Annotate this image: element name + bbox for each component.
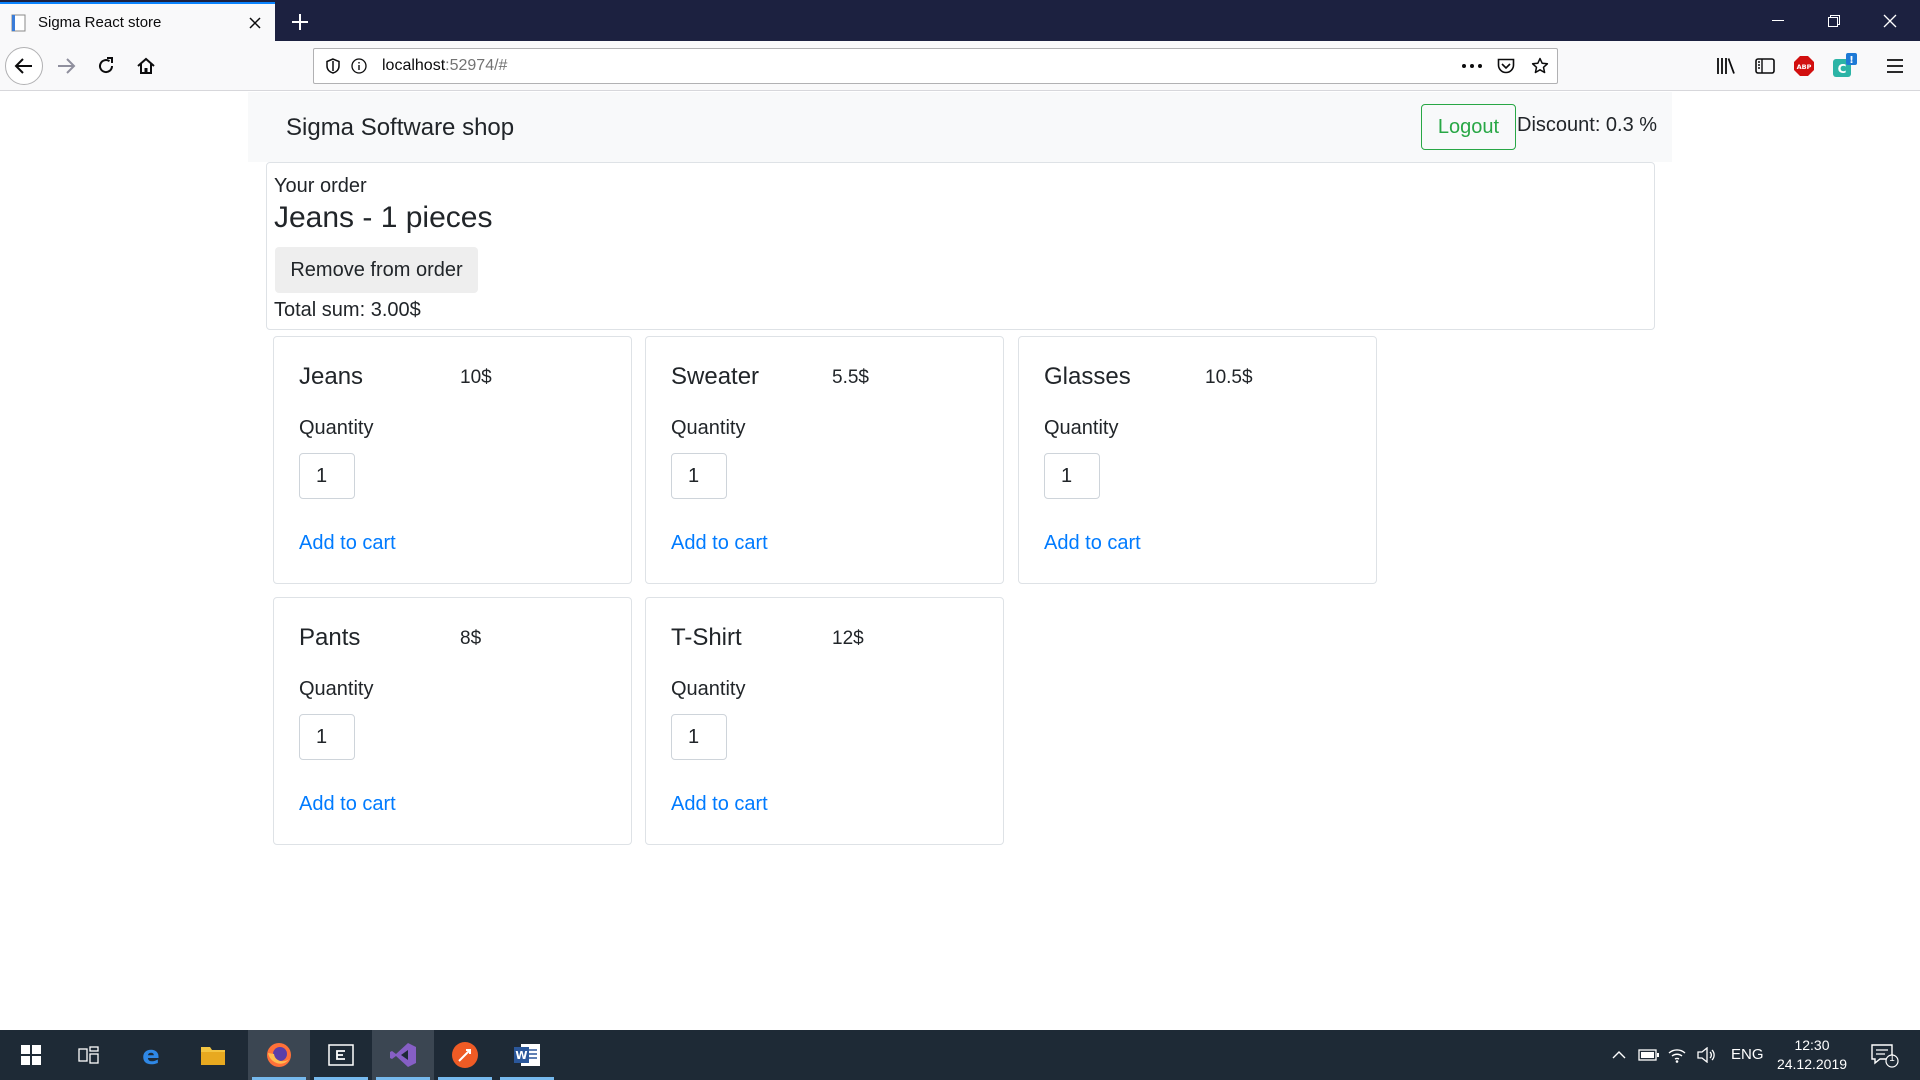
quantity-label: Quantity xyxy=(671,417,746,439)
volume-icon[interactable] xyxy=(1693,1042,1719,1068)
order-total: Total sum: 3.00$ xyxy=(274,299,421,321)
order-heading: Your order xyxy=(274,175,367,197)
adblock-icon[interactable]: ABP xyxy=(1790,52,1818,80)
close-window-icon[interactable] xyxy=(1862,0,1918,41)
product-card: Glasses 10.5$ Quantity Add to cart xyxy=(1018,336,1377,584)
chevron-up-icon[interactable] xyxy=(1606,1042,1632,1068)
file-explorer-icon[interactable] xyxy=(182,1030,244,1080)
quantity-input[interactable] xyxy=(299,453,355,499)
brand-title[interactable]: Sigma Software shop xyxy=(286,114,514,142)
url-text[interactable]: localhost:52974/# xyxy=(382,57,1455,75)
add-to-cart-link[interactable]: Add to cart xyxy=(671,532,768,555)
restore-icon[interactable] xyxy=(1806,0,1862,41)
sidebar-icon[interactable] xyxy=(1751,52,1779,80)
quantity-label: Quantity xyxy=(299,417,374,439)
product-name: T-Shirt xyxy=(671,624,742,651)
app-navbar: Sigma Software shop Logout Discount: 0.3… xyxy=(248,92,1672,162)
quantity-input[interactable] xyxy=(299,714,355,760)
visual-studio-icon[interactable] xyxy=(372,1030,434,1080)
quantity-input[interactable] xyxy=(1044,453,1100,499)
menu-icon[interactable] xyxy=(1881,52,1909,80)
remove-from-order-button[interactable]: Remove from order xyxy=(275,247,478,293)
windows-start-icon[interactable] xyxy=(0,1030,62,1080)
new-tab-icon[interactable] xyxy=(286,8,314,36)
product-card: Jeans 10$ Quantity Add to cart xyxy=(273,336,632,584)
windows-taskbar: e W ENG 12:30 24.12.2019 1 xyxy=(0,1030,1920,1080)
more-icon[interactable] xyxy=(1455,51,1489,81)
browser-titlebar: Sigma React store xyxy=(0,0,1920,41)
svg-text:ABP: ABP xyxy=(1797,63,1812,71)
back-icon[interactable] xyxy=(5,47,43,85)
svg-text:C: C xyxy=(1838,62,1847,76)
product-name: Pants xyxy=(299,624,361,651)
url-host: localhost xyxy=(382,57,446,74)
svg-text:!: ! xyxy=(1849,55,1854,66)
product-card: Pants 8$ Quantity Add to cart xyxy=(273,597,632,845)
postman-icon[interactable] xyxy=(434,1030,496,1080)
tab-title: Sigma React store xyxy=(38,14,162,31)
console-icon[interactable] xyxy=(310,1030,372,1080)
shield-icon[interactable] xyxy=(320,53,346,79)
clock-time: 12:30 xyxy=(1794,1037,1830,1053)
pocket-icon[interactable] xyxy=(1489,51,1523,81)
system-clock[interactable]: 12:30 24.12.2019 xyxy=(1772,1036,1852,1074)
info-icon[interactable] xyxy=(346,53,372,79)
product-price: 5.5$ xyxy=(832,367,869,388)
discount-text: Discount: 0.3 % xyxy=(1517,114,1658,136)
notification-count: 1 xyxy=(1889,1053,1895,1064)
page-favicon-icon xyxy=(10,13,28,33)
firefox-icon[interactable] xyxy=(248,1030,310,1080)
product-card: T-Shirt 12$ Quantity Add to cart xyxy=(645,597,1004,845)
edge-icon[interactable]: e xyxy=(120,1030,182,1080)
product-price: 10$ xyxy=(460,367,492,388)
add-to-cart-link[interactable]: Add to cart xyxy=(299,793,396,816)
url-port: :52974/# xyxy=(445,57,508,74)
svg-text:W: W xyxy=(515,1049,527,1062)
quantity-input[interactable] xyxy=(671,714,727,760)
logout-button[interactable]: Logout xyxy=(1421,104,1516,150)
word-icon[interactable]: W xyxy=(496,1030,558,1080)
product-price: 8$ xyxy=(460,628,482,649)
order-panel: Your order Jeans - 1 pieces Remove from … xyxy=(266,162,1655,330)
add-to-cart-link[interactable]: Add to cart xyxy=(671,793,768,816)
order-item: Jeans - 1 pieces xyxy=(274,201,493,234)
minimize-icon[interactable] xyxy=(1750,0,1806,41)
reload-icon[interactable] xyxy=(87,47,125,85)
address-bar[interactable]: localhost:52974/# xyxy=(313,48,1558,84)
product-name: Sweater xyxy=(671,363,760,390)
svg-text:e: e xyxy=(142,1042,160,1068)
quantity-label: Quantity xyxy=(671,678,746,700)
bookmark-star-icon[interactable] xyxy=(1523,51,1557,81)
close-tab-icon[interactable] xyxy=(245,13,265,33)
product-price: 10.5$ xyxy=(1205,367,1253,388)
notification-center-icon[interactable]: 1 xyxy=(1868,1042,1902,1068)
product-name: Glasses xyxy=(1044,363,1131,390)
product-price: 12$ xyxy=(832,628,864,649)
browser-tab[interactable]: Sigma React store xyxy=(0,2,275,41)
quantity-label: Quantity xyxy=(1044,417,1119,439)
language-indicator[interactable]: ENG xyxy=(1731,1046,1764,1063)
product-name: Jeans xyxy=(299,363,364,390)
quantity-input[interactable] xyxy=(671,453,727,499)
add-to-cart-link[interactable]: Add to cart xyxy=(1044,532,1141,555)
forward-icon[interactable] xyxy=(47,47,85,85)
task-view-icon[interactable] xyxy=(58,1030,120,1080)
quantity-label: Quantity xyxy=(299,678,374,700)
extension-icon[interactable]: C! xyxy=(1831,52,1859,80)
library-icon[interactable] xyxy=(1712,52,1740,80)
clock-date: 24.12.2019 xyxy=(1776,1056,1848,1072)
battery-icon[interactable] xyxy=(1636,1042,1662,1068)
page-viewport: Sigma Software shop Logout Discount: 0.3… xyxy=(0,92,1920,1030)
add-to-cart-link[interactable]: Add to cart xyxy=(299,532,396,555)
product-card: Sweater 5.5$ Quantity Add to cart xyxy=(645,336,1004,584)
wifi-icon[interactable] xyxy=(1664,1042,1690,1068)
browser-toolbar: localhost:52974/# ABP C! xyxy=(0,41,1920,91)
home-icon[interactable] xyxy=(127,47,165,85)
